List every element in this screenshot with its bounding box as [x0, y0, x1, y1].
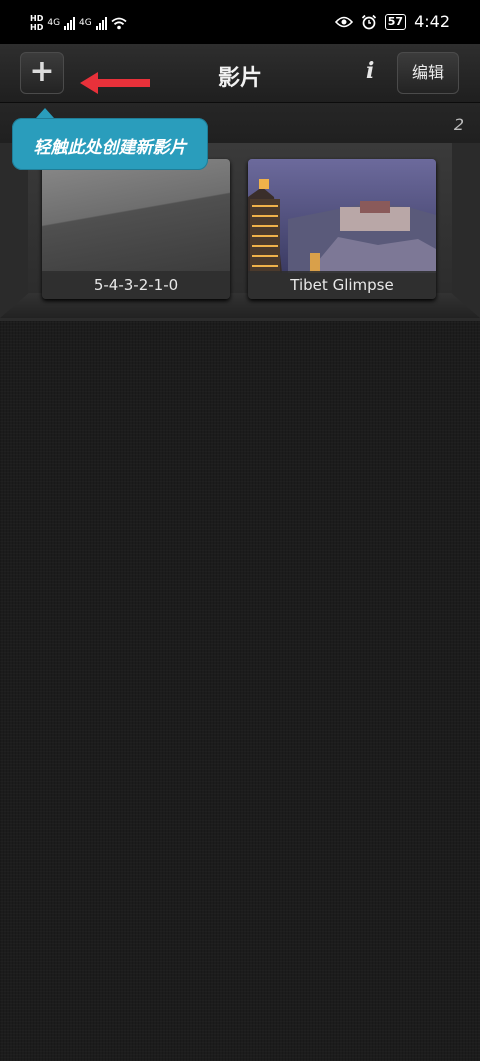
eye-icon: [334, 16, 353, 27]
project-caption: 5-4-3-2-1-0: [42, 271, 230, 299]
tooltip-text: 轻触此处创建新影片: [33, 138, 187, 158]
network-label-2: 4G: [79, 18, 92, 28]
status-right: 57 4:42: [334, 12, 450, 31]
project-card[interactable]: 5-4-3-2-1-0: [42, 159, 230, 299]
edit-button[interactable]: 编辑: [397, 52, 459, 94]
project-thumbnail: [42, 159, 230, 273]
network-label-1: 4G: [47, 18, 61, 28]
nav-bar: + 影片 i 编辑: [0, 44, 480, 103]
status-left: HD HD 4G 4G: [30, 14, 127, 32]
clock: 4:42: [414, 12, 450, 31]
hd-badge-2: HD: [30, 23, 44, 32]
create-project-tooltip[interactable]: 轻触此处创建新影片: [12, 108, 208, 170]
signal-icon-2: [95, 16, 107, 30]
info-icon[interactable]: i: [366, 58, 374, 84]
project-thumbnail: [248, 159, 436, 273]
battery-indicator: 57: [384, 13, 407, 30]
project-caption: Tibet Glimpse: [248, 271, 436, 299]
hd-badge-1: HD: [30, 14, 44, 23]
empty-library-area: [0, 321, 480, 1061]
project-card[interactable]: Tibet Glimpse: [248, 159, 436, 299]
wifi-icon: [111, 17, 127, 29]
section-count: 2: [453, 115, 464, 134]
status-bar: HD HD 4G 4G 57 4:42: [0, 0, 480, 44]
signal-icon: [64, 16, 76, 30]
alarm-icon: [361, 14, 376, 29]
